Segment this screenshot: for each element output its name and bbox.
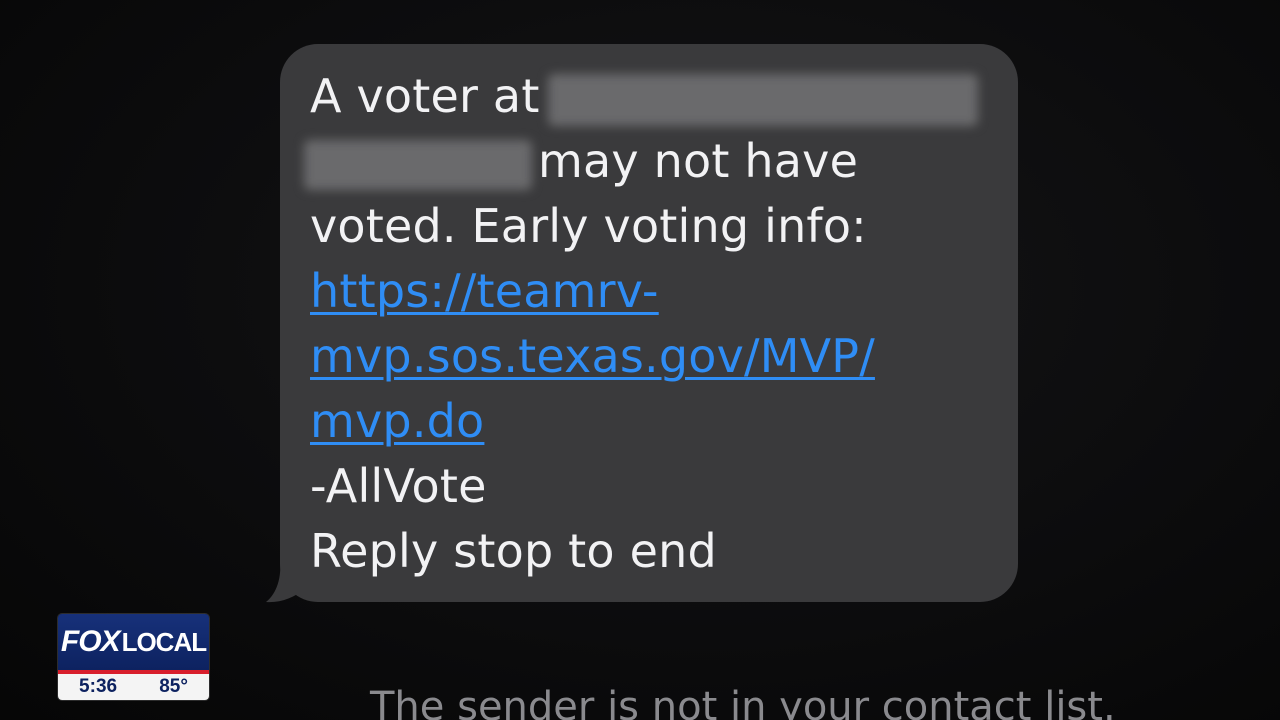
unknown-sender-notice: The sender is not in your contact list. — [370, 684, 1116, 720]
bug-temperature: 85° — [159, 676, 188, 697]
messages-screen: A voter at may not have voted. Early vot… — [0, 0, 1280, 720]
message-link-part-1[interactable]: https://teamrv- — [310, 264, 659, 318]
redacted-location — [304, 139, 532, 190]
message-line-1: A voter at — [310, 64, 1010, 129]
local-logo-text: LOCAL — [121, 626, 208, 657]
redacted-address — [547, 73, 978, 126]
bug-time: 5:36 — [79, 676, 118, 697]
message-link-part-2[interactable]: mvp.sos.texas.gov/MVP/ — [310, 329, 875, 383]
message-line-2: may not have — [304, 129, 1010, 194]
message-link-part-3[interactable]: mvp.do — [310, 394, 484, 448]
fox-local-logo: FOX LOCAL — [58, 614, 209, 670]
fox-local-bug: FOX LOCAL 5:36 85° — [58, 614, 209, 700]
message-line-3: voted. Early voting info: — [310, 199, 867, 253]
message-line-2-text: may not have — [538, 134, 859, 188]
bug-time-temp: 5:36 85° — [58, 674, 209, 700]
message-link-line-3[interactable]: mvp.do — [310, 389, 1010, 454]
message-signature: -AllVote — [310, 459, 487, 513]
message-line-1-text: A voter at — [310, 69, 540, 123]
fox-logo-text: FOX — [60, 625, 121, 658]
message-link-line-2[interactable]: mvp.sos.texas.gov/MVP/ — [310, 324, 1010, 389]
message-link-line-1[interactable]: https://teamrv- — [310, 259, 1010, 324]
message-text: A voter at may not have voted. Early vot… — [304, 64, 1010, 584]
message-opt-out: Reply stop to end — [310, 524, 717, 578]
